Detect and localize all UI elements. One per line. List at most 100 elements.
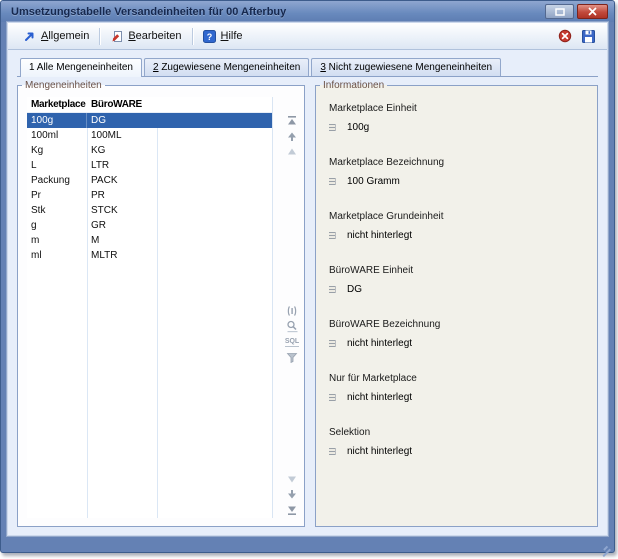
mengeneinheiten-group-label: Mengeneinheiten bbox=[22, 80, 105, 91]
row-down-icon bbox=[286, 489, 298, 500]
cell-bueroware[interactable]: STCK bbox=[87, 203, 157, 218]
cell-bueroware[interactable]: KG bbox=[87, 143, 157, 158]
search-button[interactable] bbox=[285, 319, 299, 333]
mengeneinheiten-groupbox: Mengeneinheiten Marketplace BüroWARE 100… bbox=[17, 80, 305, 527]
close-button[interactable] bbox=[577, 4, 608, 19]
fit-columns-button[interactable] bbox=[285, 304, 299, 318]
table-row[interactable]: Kg KG bbox=[27, 143, 272, 158]
info-value: 100 Gramm bbox=[347, 176, 400, 187]
info-label: Marketplace Grundeinheit bbox=[329, 211, 591, 222]
info-label: Marketplace Bezeichnung bbox=[329, 157, 591, 168]
table-row[interactable]: ml MLTR bbox=[27, 248, 272, 263]
row-down-button[interactable] bbox=[285, 487, 299, 501]
table-row[interactable]: Stk STCK bbox=[27, 203, 272, 218]
filter-icon bbox=[286, 352, 298, 363]
search-icon bbox=[286, 320, 299, 333]
cell-marketplace[interactable]: g bbox=[27, 218, 87, 233]
info-field-marketplace-bezeichnung: Marketplace Bezeichnung 100 Gramm bbox=[329, 157, 591, 187]
table-row[interactable]: g GR bbox=[27, 218, 272, 233]
cell-bueroware[interactable]: M bbox=[87, 233, 157, 248]
cell-marketplace[interactable]: Stk bbox=[27, 203, 87, 218]
info-label: Marketplace Einheit bbox=[329, 103, 591, 114]
restore-icon bbox=[555, 8, 565, 16]
cell-bueroware[interactable]: PACK bbox=[87, 173, 157, 188]
row-up-button[interactable] bbox=[285, 129, 299, 143]
cell-bueroware[interactable]: PR bbox=[87, 188, 157, 203]
units-table[interactable]: Marketplace BüroWARE 100g DG 100ml 100ML bbox=[27, 97, 273, 518]
cell-marketplace[interactable]: Packung bbox=[27, 173, 87, 188]
table-row[interactable]: Pr PR bbox=[27, 188, 272, 203]
cell-marketplace[interactable]: 100g bbox=[27, 113, 87, 128]
app-window: Umsetzungstabelle Versandeinheiten für 0… bbox=[0, 0, 615, 553]
cell-marketplace[interactable]: Kg bbox=[27, 143, 87, 158]
toolbar-separator bbox=[99, 28, 100, 45]
cell-marketplace[interactable]: 100ml bbox=[27, 128, 87, 143]
info-value: 100g bbox=[347, 122, 369, 133]
info-value: DG bbox=[347, 284, 362, 295]
informationen-groupbox: Informationen Marketplace Einheit 100g M… bbox=[315, 80, 598, 527]
cell-bueroware[interactable]: LTR bbox=[87, 158, 157, 173]
toolbar-separator bbox=[192, 28, 193, 45]
close-icon bbox=[588, 7, 597, 16]
tab-nicht-zugewiesene-mengeneinheiten[interactable]: 3 Nicht zugewiesene Mengeneinheiten bbox=[311, 58, 501, 76]
tab-zugewiesene-mengeneinheiten[interactable]: 2 Zugewiesene Mengeneinheiten bbox=[144, 58, 309, 76]
resize-grip[interactable] bbox=[597, 539, 611, 550]
info-field-marketplace-grundeinheit: Marketplace Grundeinheit nicht hinterleg… bbox=[329, 211, 591, 241]
info-label: Selektion bbox=[329, 427, 591, 438]
list-bullet-icon bbox=[329, 178, 336, 185]
table-row[interactable]: L LTR bbox=[27, 158, 272, 173]
cell-marketplace[interactable]: m bbox=[27, 233, 87, 248]
page-up-button[interactable] bbox=[285, 144, 299, 158]
cell-bueroware[interactable]: 100ML bbox=[87, 128, 157, 143]
cell-marketplace[interactable]: ml bbox=[27, 248, 87, 263]
info-label: BüroWARE Bezeichnung bbox=[329, 319, 591, 330]
info-field-marketplace-einheit: Marketplace Einheit 100g bbox=[329, 103, 591, 133]
informationen-group-label: Informationen bbox=[320, 80, 387, 91]
info-value: nicht hinterlegt bbox=[347, 338, 412, 349]
page-up-icon bbox=[286, 147, 298, 156]
sql-filter-button[interactable]: SQL bbox=[285, 335, 299, 349]
scroll-top-icon bbox=[286, 115, 298, 126]
info-value: nicht hinterlegt bbox=[347, 446, 412, 457]
toolbar: Allgemein Bearbeiten ? Hilfe bbox=[8, 23, 607, 50]
save-icon[interactable] bbox=[582, 30, 595, 43]
list-bullet-icon bbox=[329, 448, 336, 455]
cell-marketplace[interactable]: L bbox=[27, 158, 87, 173]
list-bullet-icon bbox=[329, 340, 336, 347]
edit-document-icon bbox=[110, 30, 123, 43]
sql-icon: SQL bbox=[285, 338, 299, 347]
info-value: nicht hinterlegt bbox=[347, 230, 412, 241]
svg-text:?: ? bbox=[206, 31, 212, 41]
cell-marketplace[interactable]: Pr bbox=[27, 188, 87, 203]
page-down-button[interactable] bbox=[285, 472, 299, 486]
cancel-icon[interactable] bbox=[558, 29, 572, 43]
row-up-icon bbox=[286, 131, 298, 142]
cell-bueroware[interactable]: DG bbox=[87, 113, 157, 128]
list-bullet-icon bbox=[329, 286, 336, 293]
scroll-top-button[interactable] bbox=[285, 113, 299, 127]
list-bullet-icon bbox=[329, 124, 336, 131]
table-row[interactable]: Packung PACK bbox=[27, 173, 272, 188]
info-label: Nur für Marketplace bbox=[329, 373, 591, 384]
column-header-marketplace[interactable]: Marketplace bbox=[27, 97, 87, 112]
titlebar[interactable]: Umsetzungstabelle Versandeinheiten für 0… bbox=[1, 1, 614, 22]
restore-button[interactable] bbox=[545, 4, 574, 19]
tab-alle-mengeneinheiten[interactable]: 1 Alle Mengeneinheiten bbox=[20, 58, 142, 77]
allgemein-button[interactable]: Allgemein bbox=[16, 27, 96, 46]
filter-button[interactable] bbox=[285, 350, 299, 364]
table-row[interactable]: 100ml 100ML bbox=[27, 128, 272, 143]
table-header[interactable]: Marketplace BüroWARE bbox=[27, 97, 272, 113]
dialog-body: Allgemein Bearbeiten ? Hilfe bbox=[7, 22, 608, 536]
cell-bueroware[interactable]: GR bbox=[87, 218, 157, 233]
info-value: nicht hinterlegt bbox=[347, 392, 412, 403]
info-label: BüroWARE Einheit bbox=[329, 265, 591, 276]
hilfe-button[interactable]: ? Hilfe bbox=[196, 27, 250, 46]
scroll-bottom-button[interactable] bbox=[285, 503, 299, 517]
tab-content: Mengeneinheiten Marketplace BüroWARE 100… bbox=[8, 77, 607, 535]
bearbeiten-button[interactable]: Bearbeiten bbox=[103, 27, 188, 46]
table-row[interactable]: m M bbox=[27, 233, 272, 248]
cell-bueroware[interactable]: MLTR bbox=[87, 248, 157, 263]
list-bullet-icon bbox=[329, 232, 336, 239]
column-header-bueroware[interactable]: BüroWARE bbox=[87, 97, 157, 112]
table-row[interactable]: 100g DG bbox=[27, 113, 272, 128]
